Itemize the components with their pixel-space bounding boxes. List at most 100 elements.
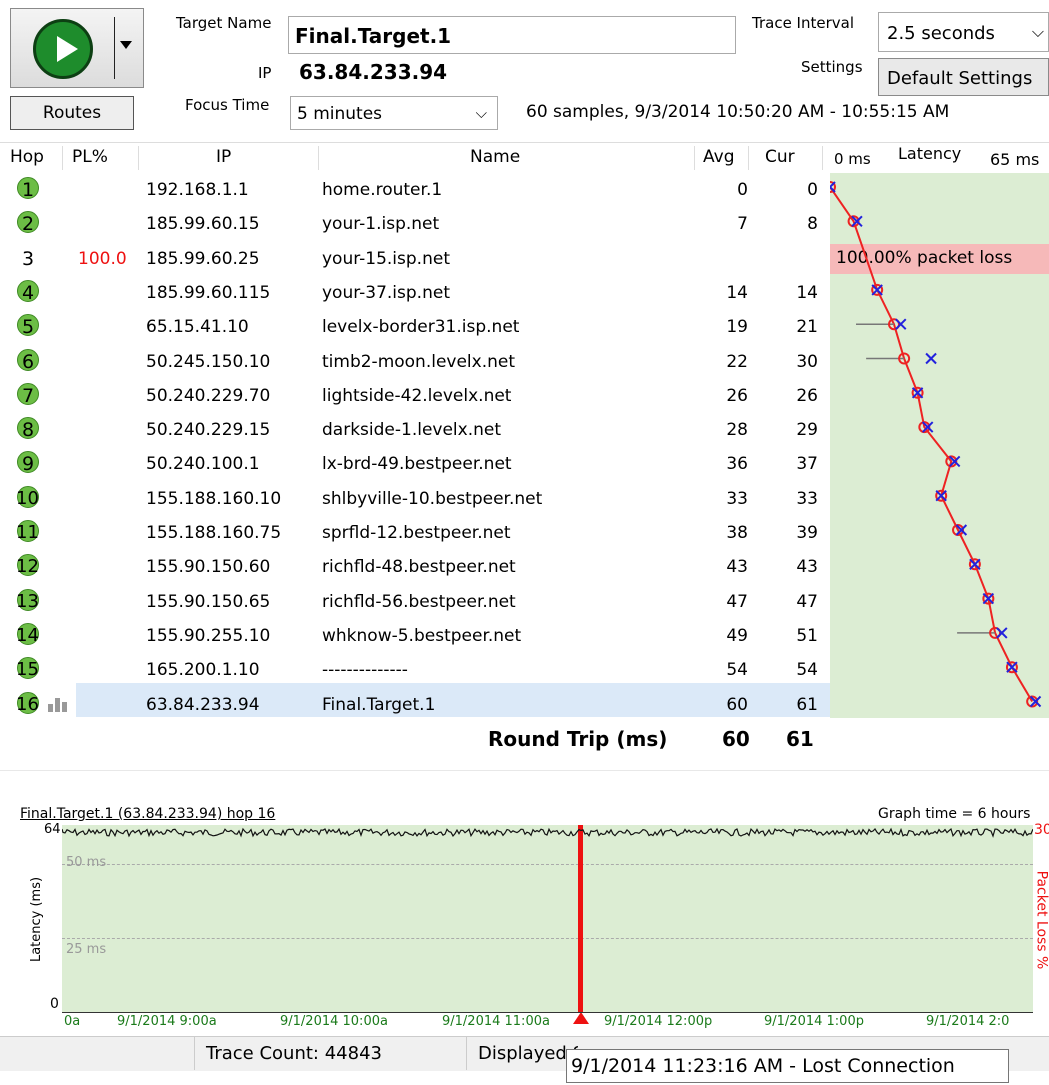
lost-connection-tooltip: 9/1/2014 11:23:16 AM - Lost Connection — [566, 1049, 1009, 1083]
hop-number: 2 — [22, 213, 35, 236]
table-row[interactable]: 7 50.240.229.70 lightside-42.levelx.net 26 2… — [0, 379, 830, 414]
avg-cell: 33 — [726, 488, 748, 509]
name-cell: lightside-42.levelx.net — [322, 385, 512, 406]
graph-time: Graph time = 6 hours — [878, 806, 1031, 822]
focus-time-select[interactable]: 5 minutes ⌵ — [290, 96, 498, 130]
bar-graph-icon — [48, 698, 70, 712]
cur-point — [996, 627, 1008, 639]
col-name[interactable]: Name — [470, 142, 520, 172]
name-cell: home.router.1 — [322, 180, 443, 200]
ip-cell: 185.99.60.115 — [146, 282, 271, 303]
table-row[interactable]: 8 50.240.229.15 darkside-1.levelx.net 28 29 — [0, 413, 830, 448]
ip-cell: 185.99.60.15 — [146, 214, 260, 235]
routes-button[interactable]: Routes — [10, 96, 134, 130]
cur-point — [895, 318, 907, 330]
pl-cell: 100.0 — [78, 248, 127, 269]
name-cell: your-37.isp.net — [322, 282, 450, 303]
avg-cell: 49 — [726, 625, 748, 646]
hop-number: 6 — [22, 350, 35, 373]
settings-button[interactable]: Default Settings — [878, 58, 1049, 96]
hop-number: 14 — [16, 624, 39, 646]
cur-cell: 8 — [807, 214, 818, 235]
history-series — [62, 827, 1033, 838]
latency-max: 65 ms — [990, 150, 1040, 169]
target-name-input[interactable]: Final.Target.1 — [288, 16, 736, 54]
play-icon — [33, 19, 93, 79]
ip-cell: 50.240.229.15 — [146, 420, 271, 441]
table-row[interactable]: 9 50.240.100.1 lx-brd-49.bestpeer.net 36 37 — [0, 447, 830, 482]
x-axis-label: 9/1/2014 1:00p — [764, 1014, 864, 1029]
table-row[interactable]: 5 65.15.41.10 levelx-border31.isp.net 19 21 — [0, 310, 830, 345]
hop-number: 13 — [16, 590, 39, 612]
ip-cell: 65.15.41.10 — [146, 317, 249, 338]
cur-cell: 39 — [796, 523, 818, 543]
marker-arrow-icon[interactable] — [573, 1012, 589, 1024]
hop-number: 12 — [16, 556, 39, 578]
settings-label: Settings — [801, 58, 863, 76]
name-cell: your-1.isp.net — [322, 214, 440, 235]
dropdown-arrow-icon[interactable] — [120, 41, 132, 49]
name-cell: your-15.isp.net — [322, 248, 450, 269]
ip-cell: 165.200.1.10 — [146, 660, 260, 681]
avg-cell: 0 — [737, 180, 748, 200]
hop-number: 15 — [16, 659, 39, 681]
ip-cell: 155.188.160.10 — [146, 488, 282, 509]
ip-cell: 50.245.150.10 — [146, 351, 271, 372]
chevron-down-icon: ⌵ — [475, 104, 487, 122]
cur-cell: 54 — [796, 660, 818, 681]
hop-number: 8 — [22, 419, 35, 442]
table-row[interactable]: 4 185.99.60.115 your-37.isp.net 14 14 — [0, 276, 830, 311]
ip-cell: 185.99.60.25 — [146, 248, 260, 269]
graph-title-link[interactable]: Final.Target.1 (63.84.233.94) hop 16 — [20, 806, 275, 822]
ip-cell: 155.90.255.10 — [146, 625, 271, 646]
cur-point — [871, 284, 883, 296]
table-row[interactable]: 3 100.0 185.99.60.25 your-15.isp.net — [0, 242, 830, 277]
hop-number: 11 — [16, 522, 39, 543]
hop-number: 1 — [22, 179, 35, 201]
table-row[interactable]: 10 155.188.160.10 shlbyville-10.bestpeer.n… — [0, 482, 830, 517]
table-row[interactable]: 12 155.90.150.60 richfld-48.bestpeer.net 43… — [0, 550, 830, 585]
avg-cell: 28 — [726, 420, 748, 441]
latency-title: Latency — [898, 144, 962, 163]
table-row[interactable]: 16 63.84.233.94 Final.Target.1 60 61 — [0, 688, 830, 723]
avg-cell: 19 — [726, 317, 748, 338]
col-cur[interactable]: Cur — [765, 142, 795, 172]
name-cell: darkside-1.levelx.net — [322, 420, 502, 441]
trace-interval-select[interactable]: 2.5 seconds ⌵ — [878, 12, 1049, 52]
col-ip[interactable]: IP — [216, 142, 231, 172]
name-cell: richfld-56.bestpeer.net — [322, 591, 516, 612]
table-row[interactable]: 15 165.200.1.10 -------------- 54 54 — [0, 653, 830, 688]
cur-point — [969, 558, 981, 571]
cur-cell: 26 — [796, 385, 818, 406]
cur-cell: 29 — [796, 420, 818, 441]
col-pl[interactable]: PL% — [72, 142, 108, 172]
table-row[interactable]: 1 192.168.1.1 home.router.1 0 0 — [0, 173, 830, 208]
x-axis-label: 9/1/2014 10:00a — [280, 1014, 388, 1029]
name-cell: richfld-48.bestpeer.net — [322, 557, 516, 578]
chevron-down-icon: ⌵ — [1031, 22, 1044, 41]
name-cell: timb2-moon.levelx.net — [322, 351, 516, 372]
name-cell: -------------- — [322, 660, 408, 681]
cur-point — [1006, 661, 1018, 673]
avg-cell: 22 — [726, 351, 748, 372]
start-trace-button[interactable] — [10, 8, 144, 88]
ip-cell: 63.84.233.94 — [146, 694, 260, 715]
table-row[interactable]: 6 50.245.150.10 timb2-moon.levelx.net 22 30 — [0, 345, 830, 380]
cur-cell: 51 — [796, 625, 818, 646]
col-hop[interactable]: Hop — [10, 142, 44, 172]
cur-cell: 61 — [796, 694, 818, 715]
table-row[interactable]: 13 155.90.150.65 richfld-56.bestpeer.net 47… — [0, 585, 830, 620]
hop-number: 7 — [22, 384, 35, 407]
ip-cell: 155.188.160.75 — [146, 523, 282, 543]
table-row[interactable]: 2 185.99.60.15 your-1.isp.net 7 8 — [0, 207, 830, 242]
avg-cell: 47 — [726, 591, 748, 612]
ip-cell: 155.90.150.65 — [146, 591, 271, 612]
col-avg[interactable]: Avg — [703, 142, 735, 172]
avg-cell: 60 — [726, 694, 748, 715]
y-axis-label: Latency (ms) — [29, 876, 45, 963]
hop-number: 3 — [22, 247, 35, 270]
avg-cell: 43 — [726, 557, 748, 578]
x-axis-label: 9/1/2014 12:00p — [604, 1014, 713, 1029]
table-row[interactable]: 14 155.90.255.10 whknow-5.bestpeer.net 49 51 — [0, 619, 830, 654]
table-row[interactable]: 11 155.188.160.75 sprfld-12.bestpeer.net 38… — [0, 516, 830, 551]
